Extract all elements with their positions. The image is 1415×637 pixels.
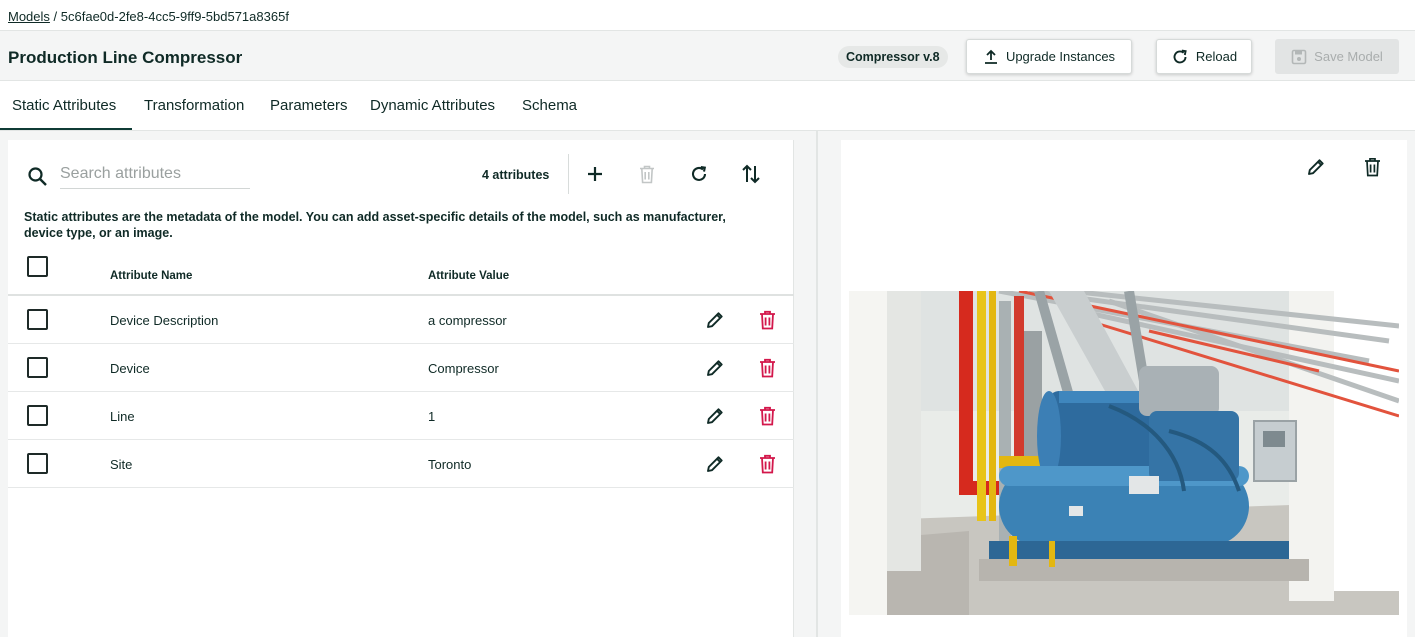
tab-transformation[interactable]: Transformation [144,97,244,114]
edit-icon[interactable] [705,310,725,335]
reload-label: Reload [1195,49,1238,64]
upgrade-instances-label: Upgrade Instances [1005,49,1116,64]
row-checkbox[interactable] [27,405,48,426]
toolbar-divider [568,154,569,194]
tab-static-attributes[interactable]: Static Attributes [12,97,116,114]
attribute-name-cell: Site [110,457,133,472]
save-icon [1291,49,1307,64]
edit-icon[interactable] [1306,157,1326,177]
compressor-image [849,291,1399,615]
page-title: Production Line Compressor [8,48,243,67]
attribute-count: 4 attributes [482,168,550,182]
breadcrumb-separator: / [49,9,61,24]
panel-divider[interactable] [816,131,818,637]
save-model-button[interactable]: Save Model [1275,39,1399,74]
tab-bar: Static Attributes Transformation Paramet… [0,81,1415,131]
attributes-description: Static attributes are the metadata of th… [24,210,726,240]
delete-icon[interactable] [759,454,776,479]
delete-icon[interactable] [759,406,776,431]
attribute-value-cell: 1 [428,409,436,424]
row-checkbox[interactable] [27,453,48,474]
add-icon[interactable] [586,165,604,183]
select-all-checkbox[interactable] [27,256,48,277]
reload-button[interactable]: Reload [1156,39,1252,74]
upload-icon [984,49,997,64]
search-icon [28,167,47,186]
attribute-value-cell: Compressor [428,361,499,376]
edit-icon[interactable] [705,406,725,431]
breadcrumb-models-link[interactable]: Models [8,9,50,24]
tab-schema[interactable]: Schema [522,97,577,114]
search-input[interactable] [60,162,250,189]
row-checkbox[interactable] [27,357,48,378]
reload-icon [1173,49,1187,63]
edit-icon[interactable] [705,358,725,383]
delete-icon[interactable] [759,358,776,383]
breadcrumb-current: 5c6fae0d-2fe8-4cc5-9ff9-5bd571a8365f [60,9,289,24]
column-header-name: Attribute Name [110,270,193,282]
table-header: Attribute Name Attribute Value [8,250,794,296]
table-row[interactable]: Line 1 [8,392,794,440]
delete-icon[interactable] [639,165,655,184]
table-row[interactable]: Site Toronto [8,440,794,488]
row-checkbox[interactable] [27,309,48,330]
edit-icon[interactable] [705,454,725,479]
delete-icon[interactable] [1364,157,1381,177]
save-model-label: Save Model [1314,49,1383,64]
attribute-name-cell: Device [110,361,150,376]
image-panel [841,140,1407,637]
attribute-value-cell: Toronto [428,457,472,472]
attribute-name-cell: Device Description [110,313,219,328]
tab-parameters[interactable]: Parameters [270,97,348,114]
column-header-value: Attribute Value [428,270,510,282]
attributes-panel: 4 attributes Static attributes are the m… [8,140,794,637]
refresh-icon[interactable] [689,164,709,184]
table-row[interactable]: Device Compressor [8,344,794,392]
version-chip: Compressor v.8 [838,46,948,68]
attribute-value-cell: a compressor [428,313,507,328]
sort-icon[interactable] [741,163,761,185]
attribute-name-cell: Line [110,409,135,424]
tab-dynamic-attributes[interactable]: Dynamic Attributes [370,97,495,114]
delete-icon[interactable] [759,310,776,335]
active-tab-indicator [0,128,132,130]
upgrade-instances-button[interactable]: Upgrade Instances [966,39,1132,74]
table-row[interactable]: Device Description a compressor [8,296,794,344]
page-header: Production Line Compressor Compressor v.… [0,31,1415,81]
breadcrumb: Models / 5c6fae0d-2fe8-4cc5-9ff9-5bd571a… [0,0,1415,31]
